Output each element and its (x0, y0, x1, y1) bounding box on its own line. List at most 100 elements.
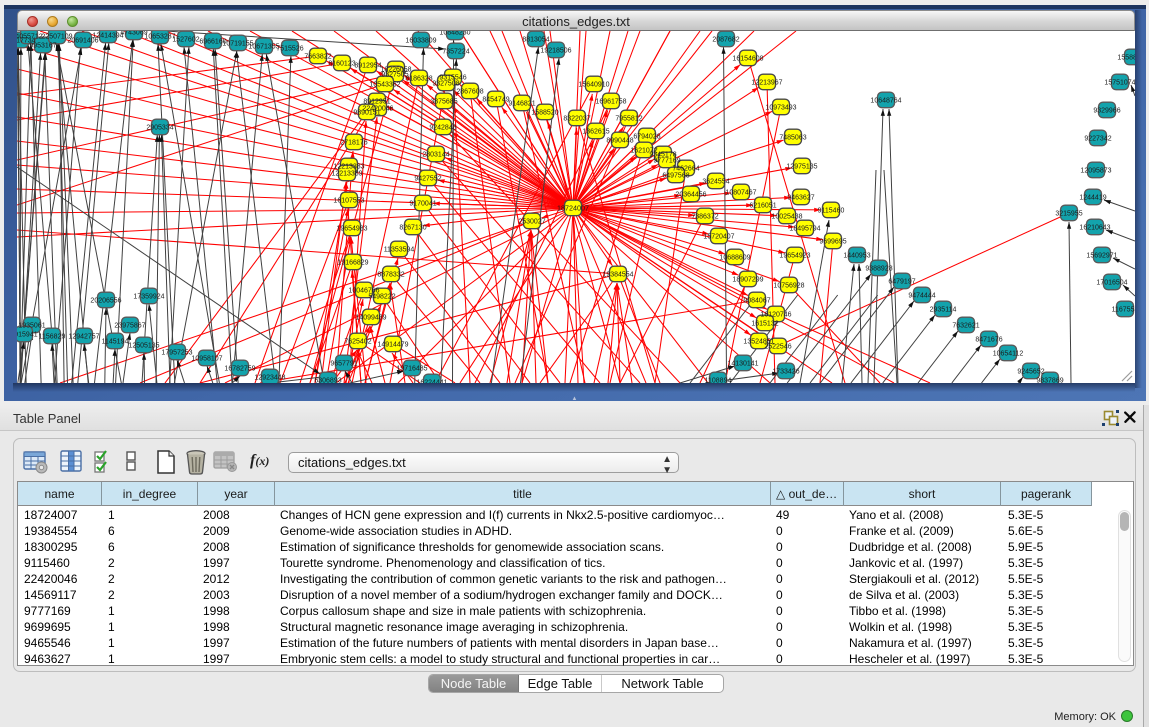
svg-text:1440953: 1440953 (843, 253, 870, 260)
svg-text:18907299: 18907299 (732, 277, 763, 284)
svg-text:8186328: 8186328 (405, 76, 432, 83)
svg-text:1527602: 1527602 (172, 37, 199, 44)
svg-text:10958107: 10958107 (191, 356, 222, 363)
svg-text:10973493: 10973493 (765, 105, 796, 112)
svg-text:11353594: 11353594 (384, 247, 415, 254)
svg-text:3215955: 3215955 (1055, 211, 1082, 218)
svg-text:12213383: 12213383 (333, 164, 364, 171)
svg-text:2935114: 2935114 (930, 307, 957, 314)
svg-text:6794028: 6794028 (633, 134, 660, 141)
svg-text:2803144: 2803144 (422, 152, 449, 159)
svg-text:6306893: 6306893 (314, 378, 341, 384)
svg-text:17957253: 17957253 (161, 350, 192, 357)
svg-text:7515526: 7515526 (276, 46, 303, 53)
svg-text:9084067: 9084067 (743, 298, 770, 305)
svg-text:16120746: 16120746 (760, 312, 791, 319)
svg-text:7625402: 7625402 (344, 339, 371, 346)
svg-text:8990448: 8990448 (606, 138, 633, 145)
svg-text:15751074: 15751074 (1104, 80, 1135, 87)
svg-text:10543362: 10543362 (369, 82, 400, 89)
svg-text:7386372: 7386372 (691, 214, 718, 221)
svg-text:8878332: 8878332 (377, 272, 404, 279)
svg-text:7485063: 7485063 (779, 135, 806, 142)
svg-text:10688609: 10688609 (719, 255, 750, 262)
svg-text:3915941: 3915941 (17, 332, 38, 339)
svg-text:8322037: 8322037 (563, 116, 590, 123)
svg-text:19166829: 19166829 (337, 260, 368, 267)
svg-text:5498222: 5498222 (368, 294, 395, 301)
svg-text:12095873: 12095873 (1080, 168, 1111, 175)
svg-text:12505135: 12505135 (128, 343, 159, 350)
svg-text:3624554: 3624554 (702, 179, 729, 186)
svg-text:9953167: 9953167 (29, 43, 56, 50)
svg-text:6497568: 6497568 (662, 173, 689, 180)
svg-text:12975135: 12975135 (786, 164, 817, 171)
svg-text:9777169: 9777169 (653, 158, 680, 165)
svg-text:1588520: 1588520 (531, 110, 558, 117)
svg-text:17359924: 17359924 (133, 294, 164, 301)
svg-text:9170041: 9170041 (409, 201, 436, 208)
svg-text:20364456: 20364456 (675, 192, 706, 199)
svg-text:19384554: 19384554 (602, 272, 633, 279)
svg-text:1935061: 1935061 (18, 323, 45, 330)
svg-text:2522546: 2522546 (764, 344, 791, 351)
svg-text:2530027: 2530027 (518, 219, 545, 226)
svg-text:6479197: 6479197 (888, 279, 915, 286)
svg-text:19654983: 19654983 (336, 226, 367, 233)
svg-text:18495794: 18495794 (789, 226, 820, 233)
svg-text:15692971: 15692971 (1086, 253, 1117, 260)
svg-text:16154608: 16154608 (732, 56, 763, 63)
svg-text:7663822: 7663822 (304, 54, 331, 61)
svg-text:10848230: 10848230 (439, 31, 470, 37)
svg-text:9474444: 9474444 (908, 293, 935, 300)
svg-text:7357224: 7357224 (442, 49, 469, 56)
svg-text:9837869: 9837869 (1036, 378, 1063, 384)
svg-text:23975867: 23975867 (114, 323, 145, 330)
svg-text:9388928: 9388928 (865, 266, 892, 273)
svg-text:12414394: 12414394 (92, 33, 123, 40)
svg-text:2718176: 2718176 (340, 140, 367, 147)
svg-text:1167553: 1167553 (1112, 307, 1135, 314)
svg-text:1615132: 1615132 (751, 321, 778, 328)
svg-text:14130141: 14130141 (727, 361, 758, 368)
svg-text:7955812: 7955812 (615, 116, 642, 123)
svg-text:10653287: 10653287 (144, 34, 175, 41)
svg-text:9329966: 9329966 (1093, 108, 1120, 115)
svg-text:1733426: 1733426 (772, 369, 799, 376)
svg-text:10671355: 10671355 (248, 44, 279, 51)
svg-text:10807467: 10807467 (725, 190, 756, 197)
svg-text:8813054: 8813054 (522, 37, 549, 44)
svg-text:1145194: 1145194 (102, 339, 129, 346)
svg-text:9657791: 9657791 (330, 361, 357, 368)
svg-text:8160123: 8160123 (328, 61, 355, 68)
svg-text:9245652: 9245652 (1017, 369, 1044, 376)
svg-text:15720407: 15720407 (703, 234, 734, 241)
svg-text:9242848: 9242848 (429, 125, 456, 132)
svg-text:16961758: 16961758 (595, 99, 626, 106)
svg-text:15640910: 15640910 (578, 82, 609, 89)
svg-text:12213967: 12213967 (751, 80, 782, 87)
svg-text:17016504: 17016504 (1096, 280, 1127, 287)
svg-text:20206556: 20206556 (90, 298, 121, 305)
svg-text:16107553: 16107553 (333, 198, 364, 205)
svg-text:16782759: 16782759 (224, 366, 255, 373)
svg-text:9699695: 9699695 (819, 239, 846, 246)
svg-text:9227342: 9227342 (1084, 136, 1111, 143)
svg-text:2087682: 2087682 (712, 37, 739, 44)
svg-text:12923448: 12923448 (254, 375, 285, 382)
svg-text:10654112: 10654112 (993, 351, 1024, 358)
svg-text:9890151: 9890151 (353, 110, 380, 117)
svg-text:3875685: 3875685 (430, 99, 457, 106)
svg-text:18724007: 18724007 (557, 204, 589, 213)
svg-text:7462664: 7462664 (672, 166, 699, 173)
svg-text:14099489: 14099489 (355, 315, 386, 322)
svg-text:16033809: 16033809 (405, 38, 436, 45)
svg-text:14914479: 14914479 (377, 342, 408, 349)
svg-text:1362615: 1362615 (582, 129, 609, 136)
svg-text:9327508: 9327508 (432, 81, 459, 88)
svg-text:19716485: 19716485 (396, 366, 427, 373)
svg-text:8912954: 8912954 (354, 63, 381, 70)
svg-text:10025438: 10025438 (771, 214, 802, 221)
svg-text:9115460: 9115460 (818, 208, 845, 215)
svg-text:7632621: 7632621 (952, 323, 979, 330)
